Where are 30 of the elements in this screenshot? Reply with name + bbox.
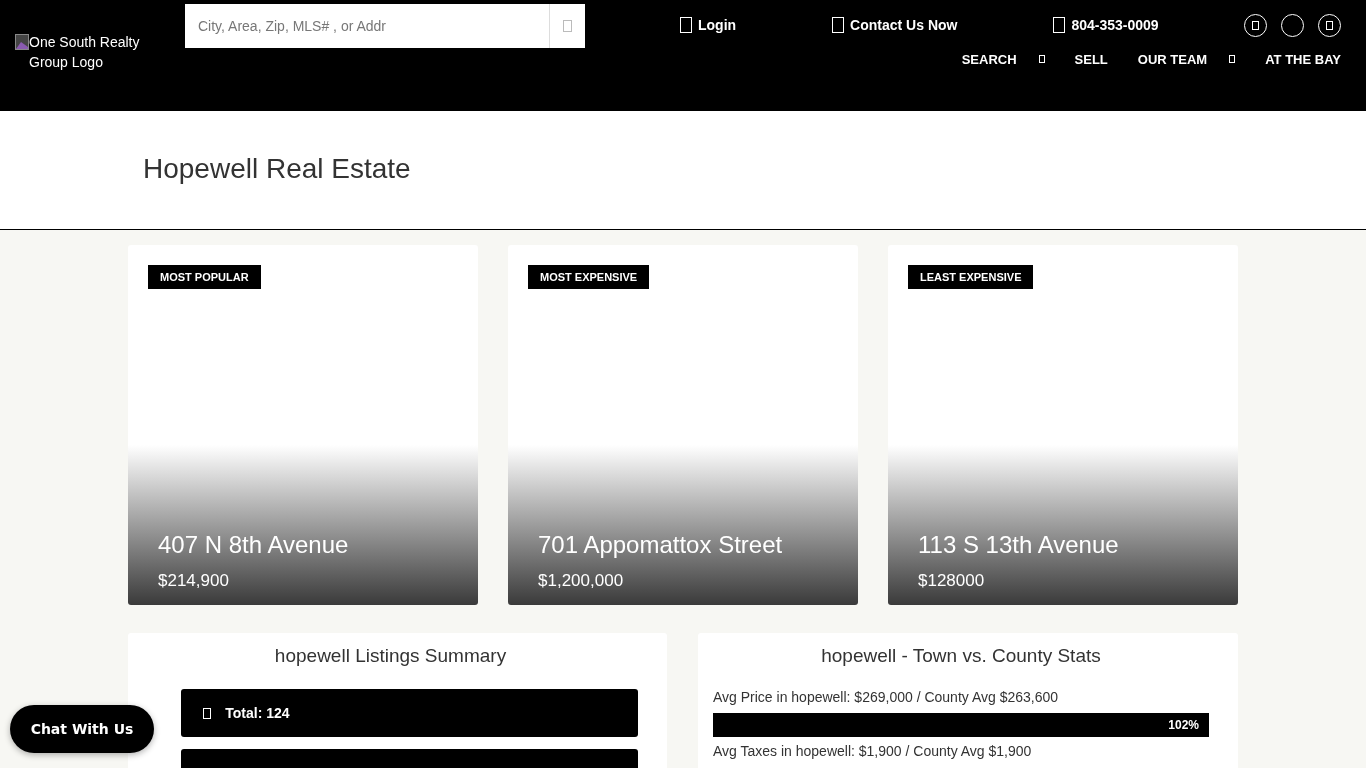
header-link[interactable]: Login — [680, 17, 737, 33]
nav-link[interactable]: OUR TEAM — [1137, 51, 1236, 67]
listing-price: $214,900 — [158, 571, 230, 591]
summary-item[interactable]: Total: 124 — [181, 689, 638, 737]
nav-link[interactable]: AT THE BAY — [1265, 51, 1341, 67]
header-link[interactable]: 804-353-0009 — [1053, 17, 1159, 33]
nav-link[interactable]: SELL — [1074, 51, 1108, 67]
listing-badge: MOST POPULAR — [148, 265, 261, 289]
panel-title: hopewell - Town vs. County Stats — [820, 645, 1102, 667]
listing-badge: MOST EXPENSIVE — [528, 265, 650, 289]
listing-card[interactable]: MOST EXPENSIVE 701 Appomattox Street $1,200,000 — [508, 245, 858, 605]
chat-button[interactable]: Chat With Us — [10, 705, 154, 753]
header-link[interactable]: Contact Us Now — [832, 17, 958, 33]
summary-text: Total: 124 — [225, 705, 290, 721]
listing-badge: LEAST EXPENSIVE — [908, 265, 1034, 289]
listing-card[interactable]: LEAST EXPENSIVE 113 S 13th Avenue $128000 — [888, 245, 1238, 605]
logo-alt-text[interactable]: One South Realty Group Logo — [29, 32, 164, 72]
broken-image-icon — [15, 34, 29, 50]
listing-price: $1,200,000 — [538, 571, 625, 591]
listing-address: 113 S 13th Avenue — [918, 531, 1120, 559]
stat-label: Avg Taxes in hopewell: $1,900 / County Avg $1,900 — [713, 743, 1033, 759]
listing-address: 701 Appomattox Street — [538, 531, 784, 559]
panel-title: hopewell Listings Summary — [273, 645, 508, 667]
stat-bar: 102% — [713, 713, 1209, 737]
listing-address: 407 N 8th Avenue — [158, 531, 350, 559]
nav-link[interactable]: SEARCH — [961, 51, 1045, 67]
stat-label: Avg Price in hopewell: $269,000 / County Avg $263,600 — [713, 689, 1060, 705]
listing-card[interactable]: MOST POPULAR 407 N 8th Avenue $214,900 — [128, 245, 478, 605]
listing-price: $128000 — [918, 571, 986, 591]
page-title: Hopewell Real Estate — [143, 153, 412, 185]
